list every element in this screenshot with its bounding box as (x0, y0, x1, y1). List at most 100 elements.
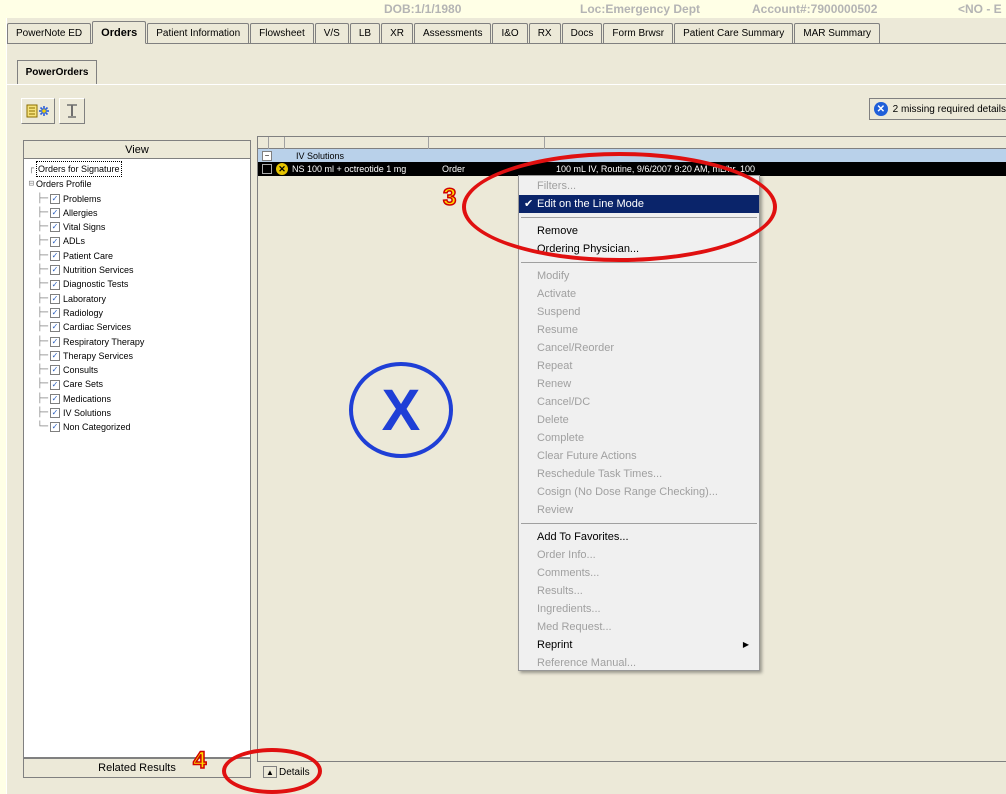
menu-item-renew[interactable]: Renew (519, 375, 759, 393)
category-header-iv-solutions[interactable]: − IV Solutions (258, 149, 1006, 162)
menu-item-review[interactable]: Review (519, 501, 759, 519)
menu-item-filters[interactable]: Filters... (519, 177, 759, 195)
tab-patient-information[interactable]: Patient Information (147, 23, 250, 43)
menu-item-order-info[interactable]: Order Info... (519, 546, 759, 564)
menu-item-reschedule-task-times[interactable]: Reschedule Task Times... (519, 465, 759, 483)
tree-item-adls[interactable]: ├─ ✓ ADLs (28, 234, 246, 248)
menu-item-complete[interactable]: Complete (519, 429, 759, 447)
tree-item-label: Diagnostic Tests (63, 279, 129, 290)
menu-item-med-request[interactable]: Med Request... (519, 618, 759, 636)
tree-branch-line: ├─ (37, 222, 48, 233)
menu-item-reference-manual[interactable]: Reference Manual... (519, 654, 759, 672)
checkbox-checked-icon[interactable]: ✓ (50, 193, 60, 204)
tree-item-cardiac-services[interactable]: ├─ ✓ Cardiac Services (28, 320, 246, 334)
tab-mar-summary[interactable]: MAR Summary (794, 23, 881, 43)
menu-item-remove[interactable]: Remove (519, 222, 759, 240)
tab-lb[interactable]: LB (349, 23, 381, 43)
add-order-button[interactable] (21, 98, 55, 124)
checkbox-checked-icon[interactable]: ✓ (50, 351, 60, 361)
menu-item-results[interactable]: Results... (519, 582, 759, 600)
menu-item-repeat[interactable]: Repeat (519, 357, 759, 375)
menu-item-resume[interactable]: Resume (519, 321, 759, 339)
tree-branch-line: ├─ (37, 307, 48, 318)
menu-item-cosign-no-dose-range-checking[interactable]: Cosign (No Dose Range Checking)... (519, 483, 759, 501)
chart-window: PowerNote ED Orders Patient Information Flo… (6, 18, 1006, 794)
checkbox-checked-icon[interactable]: ✓ (50, 365, 60, 376)
tree-item-iv-solutions[interactable]: ├─ ✓ IV Solutions (28, 406, 246, 420)
checkbox-checked-icon[interactable]: ✓ (50, 422, 60, 433)
menu-item-delete[interactable]: Delete (519, 411, 759, 429)
menu-separator (521, 262, 757, 263)
menu-item-activate[interactable]: Activate (519, 285, 759, 303)
menu-item-modify[interactable]: Modify (519, 267, 759, 285)
tree-item-non-categorized[interactable]: └─ ✓ Non Categorized (28, 420, 246, 434)
tab-i-o[interactable]: I&O (492, 23, 528, 43)
tree-branch-line: ├─ (37, 236, 48, 247)
menu-item-suspend[interactable]: Suspend (519, 303, 759, 321)
sort-button[interactable] (59, 98, 85, 124)
tree-item-therapy-services[interactable]: ├─ ✓ Therapy Services (28, 349, 246, 363)
checkbox-checked-icon[interactable]: ✓ (50, 293, 60, 304)
order-checkbox[interactable] (262, 164, 272, 174)
checkbox-checked-icon[interactable]: ✓ (50, 336, 60, 347)
tree-branch-line: ├─ (37, 279, 48, 290)
menu-item-label: Med Request... (537, 621, 612, 633)
banner-extra: <NO - E (958, 2, 1002, 16)
checkbox-checked-icon[interactable]: ✓ (50, 408, 60, 419)
menu-item-comments[interactable]: Comments... (519, 564, 759, 582)
menu-item-clear-future-actions[interactable]: Clear Future Actions (519, 447, 759, 465)
tree-item-problems[interactable]: ├─ ✓ Problems (28, 192, 246, 206)
missing-details-indicator[interactable]: ✕ 2 missing required details (869, 98, 1006, 120)
tab-flowsheet[interactable]: Flowsheet (250, 23, 314, 43)
checkbox-checked-icon[interactable]: ✓ (50, 250, 60, 261)
tab-patient-care-summary[interactable]: Patient Care Summary (674, 23, 794, 43)
tree-item-laboratory[interactable]: ├─ ✓ Laboratory (28, 292, 246, 306)
collapse-icon[interactable]: − (262, 150, 272, 161)
tree-item-respiratory-therapy[interactable]: ├─ ✓ Respiratory Therapy (28, 335, 246, 349)
tab-orders[interactable]: Orders (92, 21, 147, 44)
checkbox-checked-icon[interactable]: ✓ (50, 222, 60, 233)
tab-form-brwsr[interactable]: Form Brwsr (603, 23, 674, 43)
tree-item-allergies[interactable]: ├─ ✓ Allergies (28, 206, 246, 220)
menu-item-ingredients[interactable]: Ingredients... (519, 600, 759, 618)
tab-xr[interactable]: XR (381, 23, 413, 43)
tab-assessments[interactable]: Assessments (414, 23, 492, 43)
checkbox-checked-icon[interactable]: ✓ (50, 279, 60, 290)
checkbox-checked-icon[interactable]: ✓ (50, 208, 60, 219)
tree-item-radiology[interactable]: ├─ ✓ Radiology (28, 306, 246, 320)
tree-item-label: Medications (63, 393, 112, 404)
tree-item-orders-for-signature[interactable]: ┌ Orders for Signature (28, 161, 246, 178)
tree-item-care-sets[interactable]: ├─ ✓ Care Sets (28, 377, 246, 391)
checkbox-checked-icon[interactable]: ✓ (50, 308, 60, 319)
tab-powerorders[interactable]: PowerOrders (17, 60, 97, 84)
menu-item-cancel-dc[interactable]: Cancel/DC (519, 393, 759, 411)
details-label: Details (279, 766, 310, 778)
tab-v-s[interactable]: V/S (314, 23, 349, 43)
order-row[interactable]: ✕ NS 100 ml + octreotide 1 mg Order 100 … (258, 162, 1006, 176)
tree-item-patient-care[interactable]: ├─ ✓ Patient Care (28, 249, 246, 263)
menu-item-reprint[interactable]: Reprint ▶ (519, 636, 759, 654)
checkbox-checked-icon[interactable]: ✓ (50, 265, 60, 276)
menu-item-add-to-favorites[interactable]: Add To Favorites... (519, 528, 759, 546)
tree-item-consults[interactable]: ├─ ✓ Consults (28, 363, 246, 377)
tree-branch-line: ┌ (28, 164, 34, 174)
menu-item-edit-on-the-line-mode[interactable]: ✔ Edit on the Line Mode (519, 195, 759, 213)
tree-item-medications[interactable]: ├─ ✓ Medications (28, 392, 246, 406)
tab-powernote-ed[interactable]: PowerNote ED (7, 23, 92, 43)
details-toggle-button[interactable]: ▲ (263, 766, 277, 778)
checkbox-checked-icon[interactable]: ✓ (50, 322, 60, 333)
tree-item-diagnostic-tests[interactable]: ├─ ✓ Diagnostic Tests (28, 277, 246, 291)
menu-item-ordering-physician[interactable]: Ordering Physician... (519, 240, 759, 258)
tree-item-orders-profile[interactable]: ⊟ Orders Profile (28, 177, 246, 191)
checkbox-checked-icon[interactable]: ✓ (50, 236, 60, 247)
tree-item-vital-signs[interactable]: ├─ ✓ Vital Signs (28, 220, 246, 234)
menu-item-cancel-reorder[interactable]: Cancel/Reorder (519, 339, 759, 357)
checkbox-checked-icon[interactable]: ✓ (50, 393, 60, 404)
tab-rx[interactable]: RX (528, 23, 561, 43)
related-results-button[interactable]: Related Results (23, 758, 251, 778)
menu-item-label: Reference Manual... (537, 657, 637, 669)
tree-item-nutrition-services[interactable]: ├─ ✓ Nutrition Services (28, 263, 246, 277)
tab-docs[interactable]: Docs (561, 23, 603, 43)
view-panel-header: View (24, 141, 250, 159)
checkbox-checked-icon[interactable]: ✓ (50, 379, 60, 390)
